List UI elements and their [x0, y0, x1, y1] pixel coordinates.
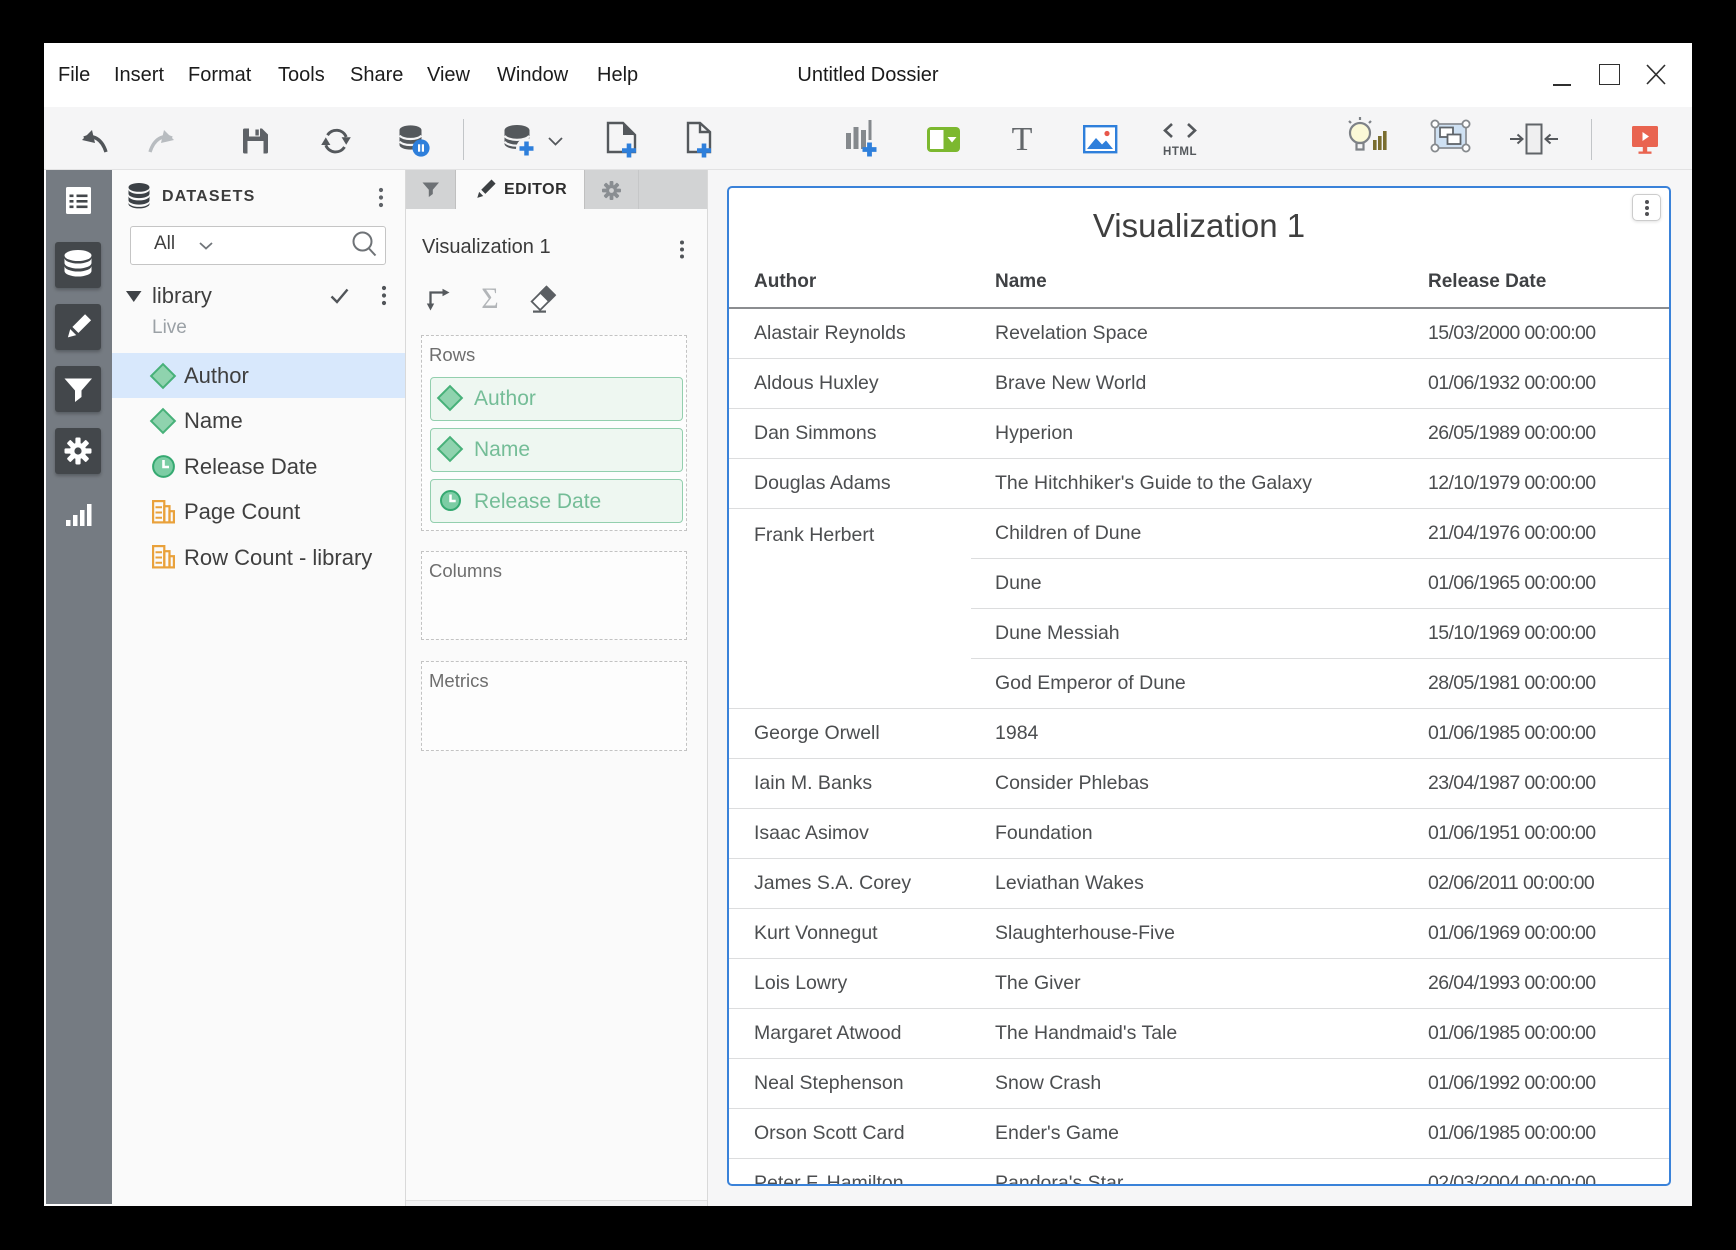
svg-text:HTML: HTML — [1163, 146, 1197, 158]
